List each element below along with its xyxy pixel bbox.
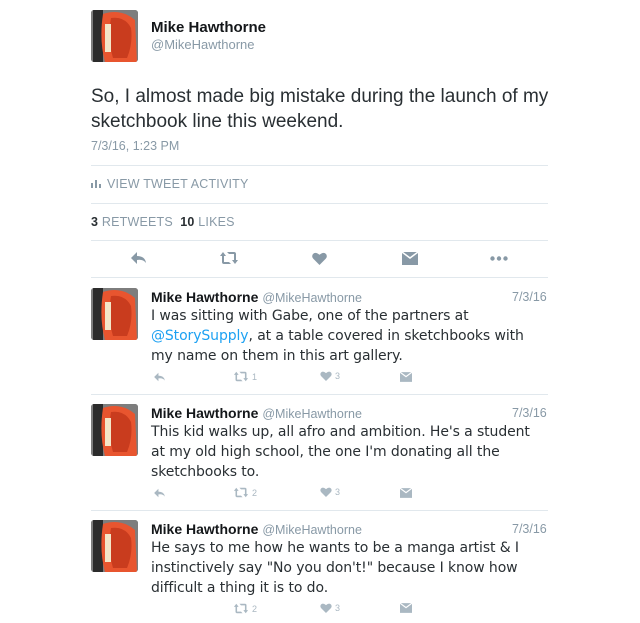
divider — [91, 165, 548, 166]
direct-message-button[interactable] — [400, 372, 412, 382]
reply-icon — [154, 372, 165, 382]
tweet-text: So, I almost made big mistake during the… — [91, 86, 549, 132]
user-name[interactable]: Mike Hawthorne — [151, 521, 258, 537]
heart-icon — [320, 371, 332, 381]
retweet-button[interactable] — [219, 251, 239, 265]
retweet-button[interactable]: 2 — [233, 487, 257, 498]
retweet-icon — [220, 252, 238, 264]
reply-text-part: I was sitting with Gabe, one of the part… — [151, 308, 469, 324]
retweet-count: 2 — [252, 603, 258, 614]
user-name[interactable]: Mike Hawthorne — [151, 405, 258, 421]
divider — [91, 510, 548, 511]
reply-button[interactable] — [130, 251, 147, 265]
reply-text: I was sitting with Gabe, one of the part… — [151, 306, 546, 366]
reply-button[interactable] — [153, 372, 166, 382]
user-name[interactable]: Mike Hawthorne — [151, 19, 266, 36]
message-icon — [402, 252, 418, 265]
direct-message-button[interactable] — [402, 252, 418, 265]
divider — [91, 394, 548, 395]
reply-author[interactable]: Mike Hawthorne @MikeHawthorne — [151, 521, 362, 537]
reply-icon — [131, 252, 146, 264]
divider — [91, 203, 548, 204]
like-count: 3 — [335, 603, 341, 613]
divider — [91, 277, 548, 278]
message-icon — [400, 603, 412, 613]
retweet-icon — [233, 603, 249, 614]
mention-link[interactable]: @StorySupply — [151, 328, 249, 344]
more-icon — [490, 256, 508, 261]
avatar[interactable] — [91, 520, 138, 572]
direct-message-button[interactable] — [400, 488, 412, 498]
like-button[interactable]: 3 — [320, 487, 340, 497]
retweet-icon — [233, 371, 249, 382]
reply-text: This kid walks up, all afro and ambition… — [151, 424, 530, 480]
more-button[interactable] — [490, 256, 508, 261]
direct-message-button[interactable] — [400, 603, 412, 613]
view-tweet-activity-link[interactable]: VIEW TWEET ACTIVITY — [91, 177, 249, 191]
reply-date[interactable]: 7/3/16 — [512, 290, 547, 304]
reply-date[interactable]: 7/3/16 — [512, 406, 547, 420]
likes-label[interactable]: LIKES — [198, 215, 234, 229]
reply-author[interactable]: Mike Hawthorne @MikeHawthorne — [151, 289, 362, 305]
avatar[interactable] — [91, 288, 138, 340]
user-handle[interactable]: @MikeHawthorne — [151, 37, 255, 52]
reply-icon — [154, 488, 165, 498]
user-name[interactable]: Mike Hawthorne — [151, 289, 258, 305]
retweet-icon — [233, 487, 249, 498]
retweet-button[interactable]: 1 — [233, 371, 257, 382]
divider — [91, 240, 548, 241]
like-count: 3 — [335, 487, 341, 497]
reply-button[interactable] — [153, 488, 166, 498]
like-button[interactable] — [312, 252, 327, 265]
message-icon — [400, 488, 412, 498]
heart-icon — [320, 487, 332, 497]
heart-icon — [320, 603, 332, 613]
retweets-label[interactable]: RETWEETS — [102, 215, 173, 229]
avatar[interactable] — [91, 10, 138, 62]
likes-count[interactable]: 10 — [180, 215, 194, 229]
retweet-count: 2 — [252, 487, 258, 498]
activity-icon — [91, 177, 101, 191]
reply-text: He says to me how he wants to be a manga… — [151, 540, 519, 596]
message-icon — [400, 372, 412, 382]
heart-icon — [312, 252, 327, 265]
reply-author[interactable]: Mike Hawthorne @MikeHawthorne — [151, 405, 362, 421]
like-button[interactable]: 3 — [320, 603, 340, 613]
like-count: 3 — [335, 371, 341, 381]
activity-label: VIEW TWEET ACTIVITY — [107, 177, 249, 191]
retweet-button[interactable]: 2 — [233, 603, 257, 614]
user-handle[interactable]: @MikeHawthorne — [262, 407, 362, 421]
engagement-counts: 3 RETWEETS 10 LIKES — [91, 215, 235, 229]
reply-date[interactable]: 7/3/16 — [512, 522, 547, 536]
user-handle[interactable]: @MikeHawthorne — [262, 523, 362, 537]
avatar[interactable] — [91, 404, 138, 456]
retweet-count: 1 — [252, 371, 258, 382]
tweet-timestamp[interactable]: 7/3/16, 1:23 PM — [91, 139, 179, 153]
like-button[interactable]: 3 — [320, 371, 340, 381]
retweets-count[interactable]: 3 — [91, 215, 98, 229]
user-handle[interactable]: @MikeHawthorne — [262, 291, 362, 305]
